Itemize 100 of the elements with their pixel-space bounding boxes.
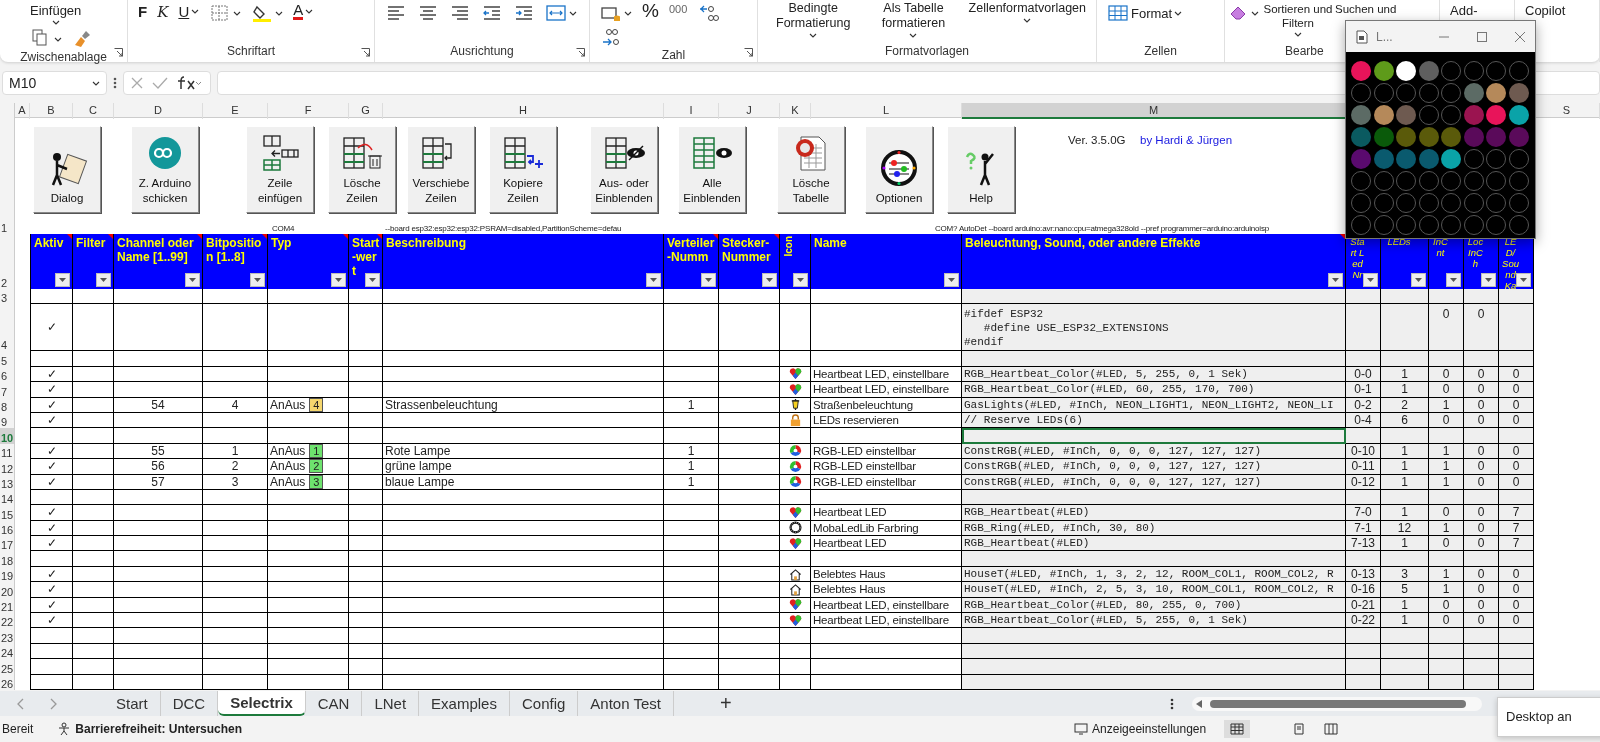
ribbon-button[interactable]: Bedingte Formatierung <box>766 0 861 39</box>
column-header[interactable]: B <box>30 103 73 119</box>
column-header[interactable]: C <box>73 103 114 119</box>
filter-button[interactable] <box>185 273 200 287</box>
table-cell <box>664 643 719 660</box>
display-settings-button[interactable]: Anzeigeeinstellungen <box>1092 722 1207 736</box>
macro-button[interactable]: Zeile einfügen <box>246 126 314 213</box>
maximize-icon[interactable] <box>1477 31 1487 42</box>
row-header[interactable]: 17 <box>0 536 15 552</box>
row-header[interactable]: 22 <box>0 613 15 629</box>
filter-button[interactable] <box>1446 273 1461 287</box>
column-header[interactable]: I <box>664 103 719 119</box>
sheet-tab[interactable]: Selectrix <box>218 691 306 716</box>
column-header[interactable]: G <box>349 103 383 119</box>
board-text: COM? AutoDet --board arduino:avr:nano:cpu=atmega328old --pref programmer=arduino:arduinoisp <box>935 224 1269 233</box>
table-cell: ✓ <box>30 412 73 429</box>
column-header[interactable]: F <box>268 103 349 119</box>
name-box[interactable]: M10 <box>2 71 107 95</box>
row-header[interactable]: 4 <box>0 304 15 352</box>
filter-button[interactable] <box>1481 273 1496 287</box>
macro-button[interactable]: Verschiebe Zeilen <box>407 126 475 213</box>
table-cell <box>30 628 73 644</box>
more-icon[interactable] <box>1169 696 1174 711</box>
macro-button[interactable]: Aus- oder Einblenden <box>590 126 658 213</box>
table-cell <box>1381 351 1429 367</box>
column-header[interactable]: E <box>203 103 268 119</box>
column-header[interactable]: H <box>383 103 664 119</box>
filter-button[interactable] <box>250 273 265 287</box>
table-cell <box>719 304 780 352</box>
ribbon-button[interactable]: Als Tabelle formatieren <box>866 0 961 39</box>
macro-button[interactable]: Dialog <box>33 126 101 213</box>
accessibility-icon[interactable] <box>57 722 72 736</box>
row-header[interactable]: 10 <box>0 428 15 444</box>
row-header[interactable]: 20 <box>0 582 15 598</box>
ribbon-button[interactable]: A <box>291 2 316 21</box>
macro-button[interactable]: Lösche Tabelle <box>777 126 845 213</box>
filter-button[interactable] <box>762 273 777 287</box>
monitor-icon[interactable] <box>1074 722 1089 736</box>
header-label: Start-wert <box>352 236 380 278</box>
ribbon-button[interactable]: F <box>136 2 150 21</box>
filter-button[interactable] <box>944 273 959 287</box>
column-header[interactable]: D <box>114 103 203 119</box>
filter-button[interactable] <box>365 273 380 287</box>
row-header[interactable]: 23 <box>0 628 15 644</box>
row-header[interactable]: 2 <box>0 234 15 289</box>
filter-button[interactable] <box>1363 273 1378 287</box>
macro-button[interactable]: Z. Arduino schicken <box>131 126 199 213</box>
ribbon-button[interactable]: 000 <box>666 2 690 16</box>
function-icon[interactable] <box>176 75 202 91</box>
macro-button[interactable]: Optionen <box>865 126 933 213</box>
column-header[interactable]: J <box>719 103 780 119</box>
close-icon[interactable] <box>1515 31 1525 42</box>
ribbon-button[interactable]: % <box>640 2 661 19</box>
row-header[interactable]: 5 <box>0 351 15 367</box>
macro-button[interactable]: Alle Einblenden <box>678 126 746 213</box>
row-header[interactable]: 15 <box>0 505 15 521</box>
ribbon-button[interactable]: Sortieren und Filtern <box>1261 2 1335 37</box>
ribbon-button[interactable]: Zellenformatvorlagen <box>966 0 1088 24</box>
launcher-icon[interactable] <box>576 48 585 57</box>
filter-button[interactable] <box>1328 273 1343 287</box>
ring-icon <box>788 521 802 535</box>
accessibility-status[interactable]: Barrierefreiheit: Untersuchen <box>75 722 243 736</box>
ribbon-button[interactable]: Einfügen <box>28 2 84 26</box>
filter-button[interactable] <box>96 273 111 287</box>
ribbon-button[interactable]: Add- <box>1448 2 1480 19</box>
table-cell: RGB_Heartbeat_Color(#LED, 5, 255, 0, 1 Sek) <box>962 613 1346 629</box>
row-header[interactable]: 1 <box>0 118 15 234</box>
macro-button[interactable]: Help <box>947 126 1015 213</box>
launcher-icon[interactable] <box>114 48 123 57</box>
add-sheet-button[interactable]: + <box>713 691 738 716</box>
filter-button[interactable] <box>55 273 70 287</box>
filter-button[interactable] <box>1411 273 1426 287</box>
filter-button[interactable] <box>646 273 661 287</box>
table-cell <box>30 659 73 675</box>
filter-button[interactable] <box>331 273 346 287</box>
header-label: Filter <box>76 236 106 250</box>
more-icon[interactable] <box>113 76 117 90</box>
macro-button[interactable]: Lösche Zeilen <box>328 126 396 213</box>
ribbon-button[interactable]: Copilot <box>1523 2 1568 19</box>
row-header[interactable]: 12 <box>0 459 15 475</box>
row-header[interactable]: 18 <box>0 551 15 567</box>
launcher-icon[interactable] <box>744 48 753 57</box>
macro-button[interactable]: Kopiere Zeilen <box>489 126 557 213</box>
ribbon-button[interactable]: U <box>176 2 202 21</box>
ribbon-button[interactable]: Format <box>1105 2 1185 24</box>
launcher-icon[interactable] <box>361 48 370 57</box>
filter-button[interactable] <box>793 273 808 287</box>
filter-button[interactable] <box>701 273 716 287</box>
normal-view-button[interactable] <box>1224 720 1251 738</box>
ribbon-button[interactable]: Suchen und <box>1335 2 1397 16</box>
column-header[interactable]: M <box>962 103 1346 119</box>
row-header[interactable]: 25 <box>0 659 15 675</box>
horizontal-scrollbar[interactable] <box>1191 696 1482 711</box>
row-header[interactable]: 3 <box>0 289 15 305</box>
filter-button[interactable] <box>1516 273 1531 287</box>
checkmark-icon[interactable] <box>152 76 168 90</box>
ribbon-button[interactable]: K <box>155 2 171 22</box>
column-header[interactable]: K <box>780 103 811 119</box>
row-header[interactable]: 7 <box>0 382 15 398</box>
left-arrow-icon[interactable] <box>1195 699 1202 708</box>
